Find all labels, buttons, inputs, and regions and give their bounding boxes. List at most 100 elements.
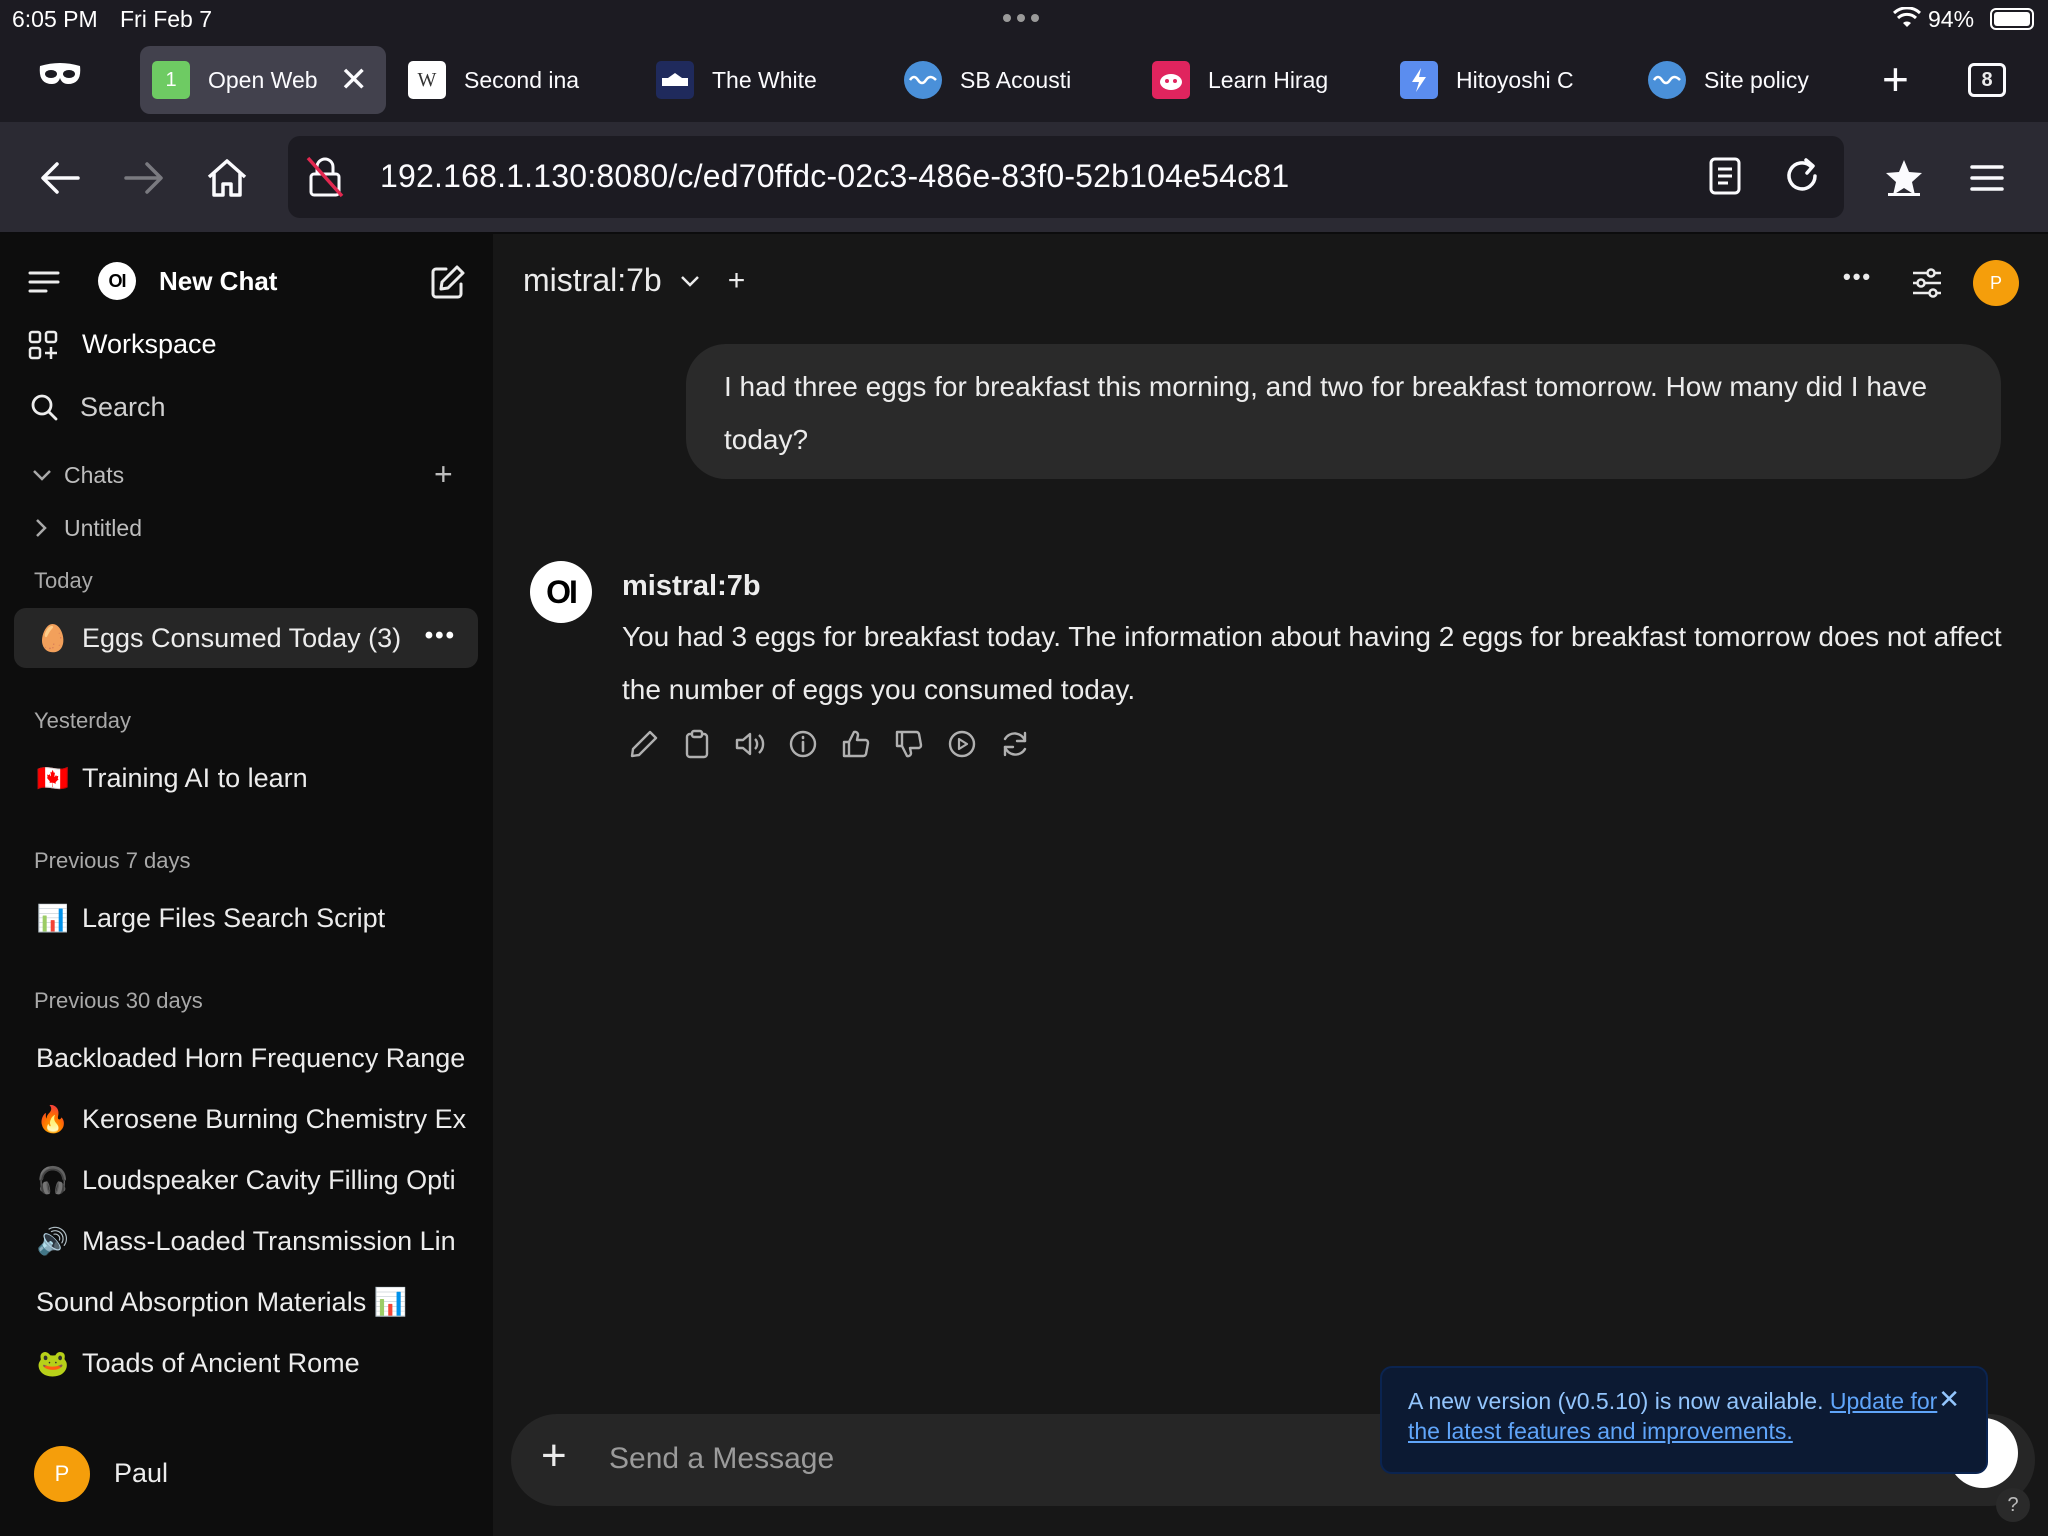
- tab-second-ina[interactable]: W Second ina: [396, 46, 591, 114]
- chat-item-loudspeaker[interactable]: 🎧 Loudspeaker Cavity Filling Opti: [14, 1150, 478, 1210]
- chat-main: mistral:7b + ••• P I had three eggs for …: [493, 234, 2048, 1536]
- account-avatar[interactable]: P: [1973, 260, 2019, 306]
- help-button[interactable]: ?: [1996, 1488, 2030, 1522]
- read-aloud-button[interactable]: [734, 728, 766, 760]
- status-bar: 6:05 PM Fri Feb 7 94%: [0, 0, 2048, 38]
- bookmark-star-icon: [1886, 160, 1922, 196]
- chat-title: Toads of Ancient Rome: [82, 1347, 360, 1378]
- add-model-button[interactable]: +: [728, 264, 746, 298]
- more-options-icon[interactable]: •••: [425, 622, 456, 650]
- sidebar-toggle-icon[interactable]: [28, 270, 60, 294]
- tab-count-button[interactable]: 8: [1968, 63, 2006, 97]
- multitasking-dots-icon[interactable]: [1003, 8, 1045, 28]
- controls-sliders-icon[interactable]: [1911, 268, 1943, 298]
- tab-hitoyoshi[interactable]: Hitoyoshi C: [1388, 46, 1586, 114]
- headphones-icon: 🎧: [36, 1164, 70, 1195]
- folder-untitled[interactable]: Untitled: [64, 515, 142, 542]
- chat-title: Eggs Consumed Today (3): [82, 622, 402, 653]
- lightning-icon: [1400, 61, 1438, 99]
- workspace-grid-icon: [28, 330, 58, 360]
- edit-button[interactable]: [628, 728, 660, 760]
- arrow-right-icon: [124, 162, 163, 194]
- frog-icon: 🐸: [36, 1347, 70, 1378]
- generation-info-button[interactable]: [787, 728, 819, 760]
- reload-icon[interactable]: [1782, 156, 1822, 196]
- more-options-icon[interactable]: •••: [1843, 264, 1872, 290]
- tab-favicon: 1: [152, 61, 190, 99]
- chat-item-backloaded-horn[interactable]: Backloaded Horn Frequency Range: [14, 1028, 478, 1088]
- forward-button[interactable]: [118, 152, 170, 204]
- tab-label: SB Acousti: [960, 66, 1072, 93]
- hiragana-app-icon: [1152, 61, 1190, 99]
- chevron-right-icon[interactable]: [34, 518, 48, 538]
- copy-button[interactable]: [681, 728, 713, 760]
- tab-label: Hitoyoshi C: [1456, 66, 1574, 93]
- url-text[interactable]: 192.168.1.130:8080/c/ed70ffdc-02c3-486e-…: [380, 158, 1289, 195]
- tab-learn-hirag[interactable]: Learn Hirag: [1140, 46, 1340, 114]
- wave-icon: [904, 61, 942, 99]
- chat-item-sound-absorption[interactable]: Sound Absorption Materials 📊: [14, 1272, 478, 1332]
- message-placeholder[interactable]: Send a Message: [609, 1442, 834, 1476]
- chevron-down-icon[interactable]: [32, 468, 52, 482]
- bad-response-button[interactable]: [893, 728, 925, 760]
- toast-text: A new version (v0.5.10) is now available…: [1408, 1388, 1830, 1414]
- tab-site-policy[interactable]: Site policy: [1636, 46, 1821, 114]
- user-name[interactable]: Paul: [114, 1458, 168, 1489]
- assistant-message: You had 3 eggs for breakfast today. The …: [622, 621, 2002, 705]
- close-icon[interactable]: ✕: [1938, 1384, 1960, 1414]
- user-message: I had three eggs for breakfast this morn…: [686, 344, 2001, 479]
- chat-title: Mass-Loaded Transmission Lin: [82, 1225, 456, 1256]
- reader-view-icon[interactable]: [1708, 156, 1742, 196]
- bar-chart-icon: 📊: [36, 902, 70, 933]
- thumbs-down-icon: [895, 730, 923, 758]
- clipboard-icon: [685, 729, 709, 759]
- chat-item-toads[interactable]: 🐸 Toads of Ancient Rome: [14, 1333, 478, 1393]
- new-tab-button[interactable]: +: [1882, 56, 1909, 102]
- chat-item-large-files[interactable]: 📊 Large Files Search Script: [14, 888, 478, 948]
- chat-item-eggs[interactable]: 🥚 Eggs Consumed Today (3) •••: [14, 608, 478, 668]
- tab-label: Site policy: [1704, 66, 1809, 93]
- attach-button[interactable]: +: [541, 1434, 567, 1478]
- chats-header[interactable]: Chats: [64, 462, 124, 489]
- compose-icon[interactable]: [430, 264, 466, 300]
- bookmarks-button[interactable]: [1878, 152, 1930, 204]
- battery-percent: 94%: [1928, 6, 1975, 32]
- chat-item-mass-loaded[interactable]: 🔊 Mass-Loaded Transmission Lin: [14, 1211, 478, 1271]
- search-link[interactable]: Search: [80, 392, 166, 423]
- wave-icon: [1648, 61, 1686, 99]
- tab-sb-acousti[interactable]: SB Acousti: [892, 46, 1083, 114]
- tab-the-white[interactable]: The White: [644, 46, 829, 114]
- private-mask-icon[interactable]: [38, 62, 82, 88]
- regenerate-button[interactable]: [999, 728, 1031, 760]
- egg-icon: 🥚: [36, 622, 70, 653]
- section-previous-7-days: Previous 7 days: [34, 848, 191, 873]
- chevron-down-icon: [680, 275, 699, 287]
- chat-item-kerosene[interactable]: 🔥 Kerosene Burning Chemistry Ex: [14, 1089, 478, 1149]
- pencil-icon: [630, 730, 658, 758]
- home-button[interactable]: [201, 152, 253, 204]
- menu-button[interactable]: [1961, 152, 2013, 204]
- new-chat-link[interactable]: New Chat: [159, 266, 277, 297]
- insecure-lock-icon[interactable]: [306, 156, 344, 198]
- update-toast: A new version (v0.5.10) is now available…: [1380, 1366, 1988, 1474]
- model-name: mistral:7b: [523, 262, 662, 298]
- workspace-link[interactable]: Workspace: [82, 329, 217, 360]
- back-button[interactable]: [34, 152, 86, 204]
- url-bar[interactable]: 192.168.1.130:8080/c/ed70ffdc-02c3-486e-…: [288, 136, 1844, 218]
- tab-bar: 1 Open Web ✕ W Second ina The White SB A…: [0, 38, 2048, 122]
- close-tab-icon[interactable]: ✕: [340, 63, 369, 97]
- canada-flag-icon: 🇨🇦: [36, 762, 70, 793]
- model-selector[interactable]: mistral:7b +: [523, 262, 745, 299]
- assistant-avatar: OI: [530, 561, 592, 623]
- chat-title: Large Files Search Script: [82, 902, 386, 933]
- continue-response-button[interactable]: [946, 728, 978, 760]
- chat-title: Sound Absorption Materials 📊: [36, 1287, 408, 1317]
- info-icon: [789, 730, 817, 758]
- tab-open-web[interactable]: 1 Open Web ✕: [140, 46, 386, 114]
- arrow-left-icon: [41, 162, 80, 194]
- user-avatar[interactable]: P: [34, 1446, 90, 1502]
- add-folder-button[interactable]: +: [434, 456, 453, 493]
- play-circle-icon: [948, 730, 976, 758]
- good-response-button[interactable]: [840, 728, 872, 760]
- chat-item-training-ai[interactable]: 🇨🇦 Training AI to learn: [14, 748, 478, 808]
